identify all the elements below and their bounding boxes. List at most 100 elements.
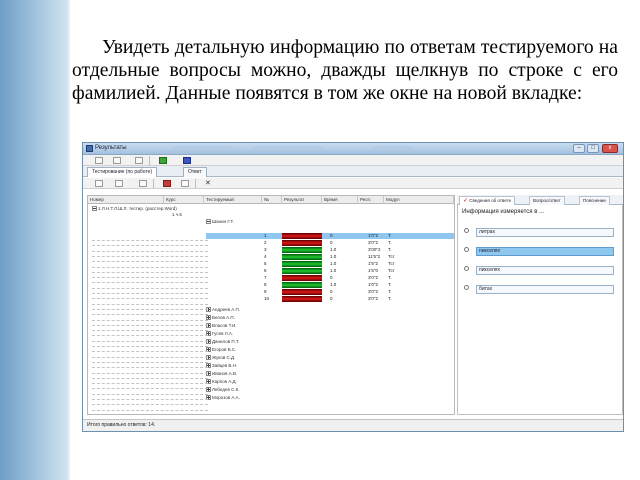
table-row[interactable]: 7 0 3'0"2 Т. [206,275,454,281]
column-header[interactable]: Модул [384,196,454,204]
table-row[interactable]: 8 1.0 1'0"2 Т. [206,282,454,288]
list-item[interactable]: Иванов А.В. [206,370,237,377]
table-row[interactable]: 9 0 3'0"2 Т. [206,289,454,295]
tree-guide-line [92,319,208,321]
main-toolbar [83,155,623,166]
document-icon[interactable] [113,157,121,164]
score-value: 1.0 [330,247,337,252]
zoom-in-icon[interactable] [95,180,103,187]
table-row[interactable]: 1 0 1'0"2 Т. [206,233,454,239]
collapse-icon[interactable] [92,206,97,212]
tab-question-answer[interactable]: Вопрос/ответ [529,196,565,205]
table-row[interactable]: 2 0 3'0"2 Т. [206,240,454,246]
response-value: Т. [388,289,392,294]
tree-guide-line [92,388,208,390]
flag-icon[interactable] [183,157,191,164]
titlebar-blur [253,146,323,151]
list-item[interactable]: Егоров Б.С. [206,346,236,353]
response-value: Тст [388,254,395,259]
window-icon[interactable] [135,157,143,164]
zoom-out-icon[interactable] [115,180,123,187]
score-value: 1.0 [330,261,337,266]
list-item[interactable]: Карпов А.Д. [206,378,237,385]
results-grid[interactable]: Номер Курс Тестируемый № Результат Время… [87,195,455,415]
answer-option[interactable]: литрах [464,227,618,238]
copy-icon[interactable] [181,180,189,187]
minimize-button[interactable]: – [573,144,585,153]
column-header[interactable]: Тестируемый [204,196,262,204]
print-icon[interactable] [163,180,171,187]
time-value: 1'5"2 [368,261,378,266]
tab-explanation[interactable]: Пояснение [579,196,610,205]
tree-node-test[interactable]: 1 Л.Н.Т.Л.Ш.Л. тестир. (расстер.Word) [92,206,177,212]
tree-node-student[interactable]: Шанин Г.Т. [206,219,234,225]
column-header[interactable]: Курс [164,196,204,204]
toolbar-separator [195,179,196,188]
score-value: 0 [330,289,333,294]
check-icon[interactable] [159,157,167,164]
question-detail-panel: Информация измеряется в ... литрах пиксел… [457,205,623,415]
list-item[interactable]: Андреев А.П. [206,306,240,313]
tree-guide-line [92,282,208,284]
delete-icon[interactable]: ✕ [205,179,211,188]
toolbar-separator [153,179,154,188]
export-icon[interactable] [139,180,147,187]
time-value: 3'0"2 [368,296,378,301]
radio-icon[interactable] [464,247,469,252]
table-row[interactable]: 5 1.0 1'5"2 Тст [206,261,454,267]
collapse-icon[interactable] [206,219,211,225]
score-value: 0 [330,296,333,301]
radio-icon[interactable] [464,285,469,290]
window-titlebar[interactable]: Результаты – □ x [83,143,623,155]
tree-guide-line [92,245,208,247]
question-number: 8 [264,282,267,287]
list-item[interactable]: Данилов П.Т. [206,338,239,345]
time-value: 1'5"0 [368,268,378,273]
list-item[interactable]: Белов А.П. [206,314,235,321]
answer-option[interactable]: пикселях [464,265,618,276]
maximize-button[interactable]: □ [587,144,599,153]
tab-answer[interactable]: Ответ [183,167,207,177]
table-row[interactable]: 6 1.0 1'5"0 Тст [206,268,454,274]
score-value: 1.0 [330,268,337,273]
radio-icon[interactable] [464,228,469,233]
score-value: 1.0 [330,282,337,287]
answer-option[interactable]: битах [464,284,618,295]
tab-answer-details[interactable]: ✓ Сведения об ответе [459,196,516,205]
column-header[interactable]: № [262,196,282,204]
list-item[interactable]: Власов Т.И. [206,322,237,329]
list-item[interactable]: Морозов А.А. [206,394,240,401]
column-header[interactable]: Респ. [358,196,384,204]
score-value: 0 [330,275,333,280]
list-item[interactable]: Жуков С.Д. [206,354,235,361]
question-number: 5 [264,261,267,266]
tree-node-group[interactable]: 1 ч.5 [172,212,182,217]
open-icon[interactable] [95,157,103,164]
radio-icon[interactable] [464,266,469,271]
tree-guide-line [92,399,208,400]
answer-label: битах [476,285,614,294]
table-row[interactable]: 4 1.0 11'5"2 Тст [206,254,454,260]
column-header[interactable]: Результат [282,196,322,204]
list-item[interactable]: Лебедев С.К. [206,386,239,393]
time-value: 1'0"2 [368,233,378,238]
tab-testing[interactable]: Тестирование (по работе) [87,167,158,177]
tree-guide-line [92,266,208,268]
answer-option[interactable]: пикселях [464,246,618,257]
tree-guide-line [92,335,208,337]
column-header[interactable]: Номер [88,196,164,204]
list-item[interactable]: Зайцев В.Н. [206,362,237,369]
result-bar [282,233,322,239]
table-row[interactable]: 3 1.0 3'00"2 Т. [206,247,454,253]
tree-guide-line [92,240,208,241]
tree-guide-line [92,314,208,316]
result-bar [282,240,322,246]
question-number: 4 [264,254,267,259]
table-row[interactable]: 10 0 3'0"2 Т. [206,296,454,302]
column-header[interactable]: Время [322,196,358,204]
close-button[interactable]: x [602,144,618,153]
tree-guide-line [92,324,208,326]
response-value: Т. [388,296,392,301]
tree-guide-line [92,367,208,369]
list-item[interactable]: Гусев Л.А. [206,330,233,337]
